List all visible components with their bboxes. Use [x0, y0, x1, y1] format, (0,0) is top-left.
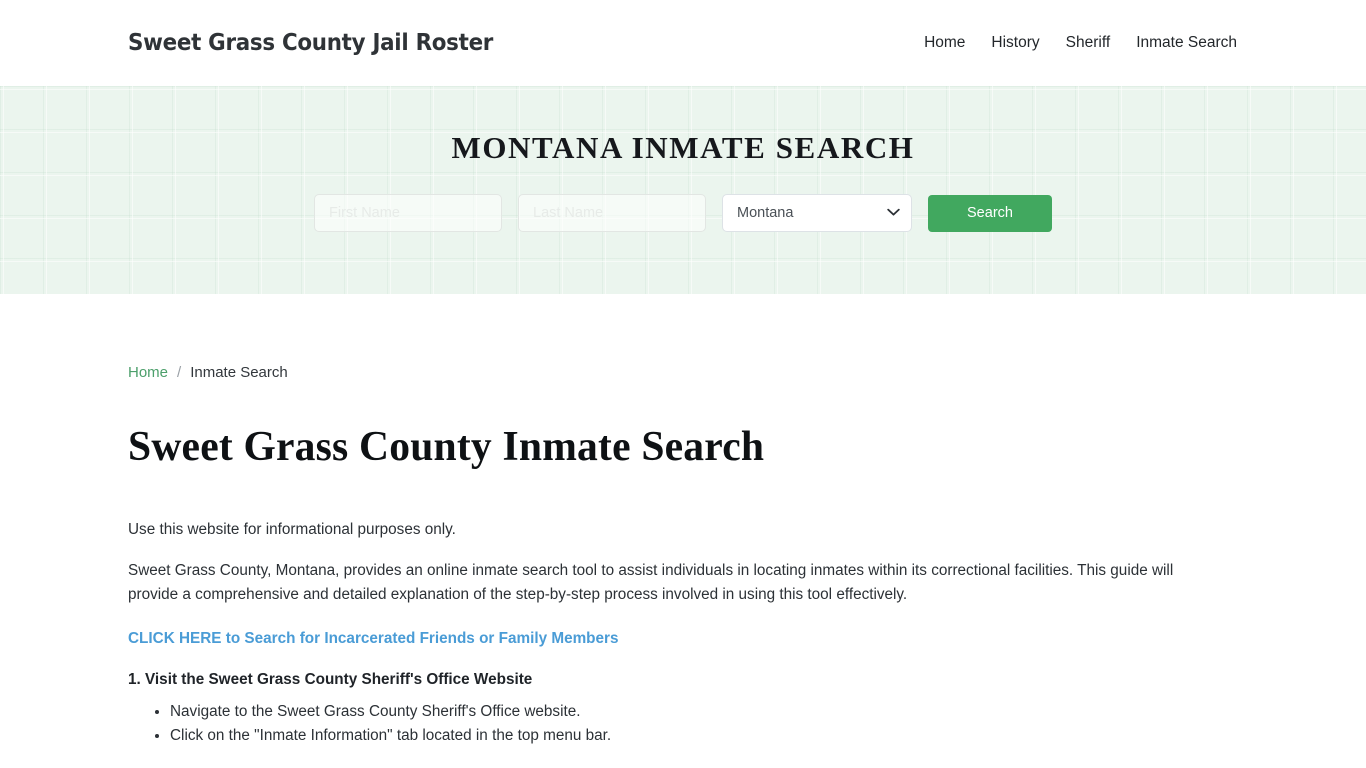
nav-item-home[interactable]: Home: [923, 30, 966, 56]
list-item: Click on the "Inmate Information" tab lo…: [170, 724, 1238, 748]
main-content: Home / Inmate Search Sweet Grass County …: [0, 294, 1366, 768]
page-title: Sweet Grass County Inmate Search: [128, 424, 765, 470]
site-header: Sweet Grass County Jail Roster Home Hist…: [0, 0, 1366, 86]
step-1-heading: 1. Visit the Sweet Grass County Sheriff'…: [128, 671, 533, 688]
hero-title: MONTANA INMATE SEARCH: [451, 130, 915, 165]
search-button[interactable]: Search: [928, 194, 1052, 232]
site-brand[interactable]: Sweet Grass County Jail Roster: [128, 30, 493, 56]
state-select-wrapper: Montana: [722, 194, 912, 232]
last-name-input[interactable]: [518, 194, 706, 232]
step-1-list: Navigate to the Sweet Grass County Sheri…: [128, 700, 1238, 748]
breadcrumb-item-home[interactable]: Home: [128, 364, 168, 381]
main-nav: Home History Sheriff Inmate Search: [923, 30, 1238, 56]
breadcrumb: Home / Inmate Search: [128, 294, 1238, 381]
breadcrumb-separator: /: [177, 364, 182, 381]
lead-paragraph: Use this website for informational purpo…: [128, 521, 456, 538]
intro-paragraph: Sweet Grass County, Montana, provides an…: [128, 562, 1174, 603]
nav-item-history[interactable]: History: [990, 30, 1040, 56]
hero-search-section: MONTANA INMATE SEARCH Montana Search: [0, 86, 1366, 294]
nav-item-inmate-search[interactable]: Inmate Search: [1135, 30, 1238, 56]
inmate-search-form: Montana Search: [314, 194, 1052, 232]
breadcrumb-item-current: Inmate Search: [190, 364, 288, 381]
cta-search-link[interactable]: CLICK HERE to Search for Incarcerated Fr…: [128, 630, 619, 648]
first-name-input[interactable]: [314, 194, 502, 232]
state-select[interactable]: Montana: [722, 194, 912, 232]
list-item: Navigate to the Sweet Grass County Sheri…: [170, 700, 1238, 724]
nav-item-sheriff[interactable]: Sheriff: [1065, 30, 1112, 56]
